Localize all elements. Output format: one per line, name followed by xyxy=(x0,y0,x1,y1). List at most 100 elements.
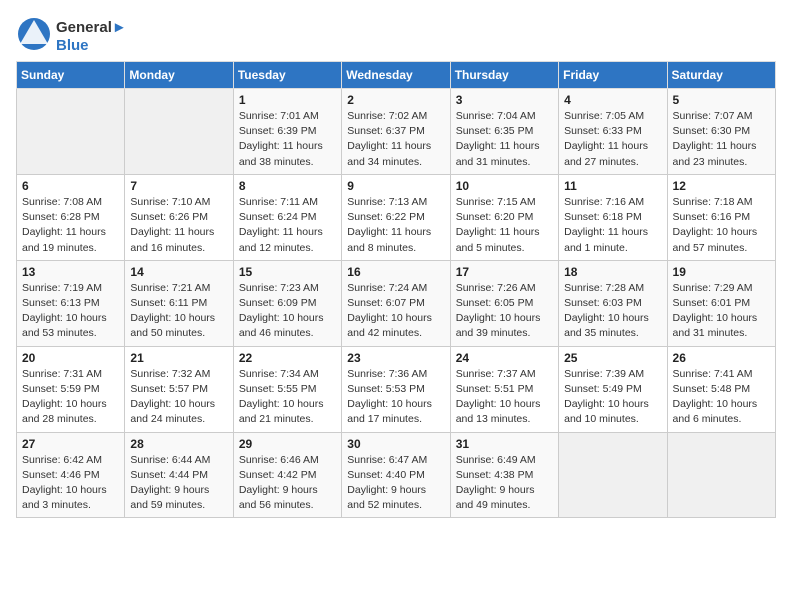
day-number: 10 xyxy=(456,179,553,193)
day-cell: 16 Sunrise: 7:24 AM Sunset: 6:07 PM Dayli… xyxy=(342,260,450,346)
day-cell: 8 Sunrise: 7:11 AM Sunset: 6:24 PM Daylig… xyxy=(233,174,341,260)
day-number: 6 xyxy=(22,179,119,193)
day-cell xyxy=(559,432,667,518)
day-cell: 10 Sunrise: 7:15 AM Sunset: 6:20 PM Dayli… xyxy=(450,174,558,260)
day-detail: Sunrise: 7:15 AM Sunset: 6:20 PM Dayligh… xyxy=(456,195,553,256)
day-detail: Sunrise: 7:02 AM Sunset: 6:37 PM Dayligh… xyxy=(347,109,444,170)
day-cell: 21 Sunrise: 7:32 AM Sunset: 5:57 PM Dayli… xyxy=(125,346,233,432)
day-number: 13 xyxy=(22,265,119,279)
day-number: 11 xyxy=(564,179,661,193)
day-cell: 9 Sunrise: 7:13 AM Sunset: 6:22 PM Daylig… xyxy=(342,174,450,260)
day-number: 22 xyxy=(239,351,336,365)
day-cell xyxy=(17,89,125,175)
header-day-sunday: Sunday xyxy=(17,62,125,89)
day-cell: 4 Sunrise: 7:05 AM Sunset: 6:33 PM Daylig… xyxy=(559,89,667,175)
day-detail: Sunrise: 7:18 AM Sunset: 6:16 PM Dayligh… xyxy=(673,195,770,256)
day-detail: Sunrise: 7:13 AM Sunset: 6:22 PM Dayligh… xyxy=(347,195,444,256)
day-number: 15 xyxy=(239,265,336,279)
day-cell: 6 Sunrise: 7:08 AM Sunset: 6:28 PM Daylig… xyxy=(17,174,125,260)
day-number: 16 xyxy=(347,265,444,279)
day-detail: Sunrise: 7:07 AM Sunset: 6:30 PM Dayligh… xyxy=(673,109,770,170)
header-day-monday: Monday xyxy=(125,62,233,89)
day-detail: Sunrise: 7:16 AM Sunset: 6:18 PM Dayligh… xyxy=(564,195,661,256)
day-detail: Sunrise: 7:36 AM Sunset: 5:53 PM Dayligh… xyxy=(347,367,444,428)
day-detail: Sunrise: 7:26 AM Sunset: 6:05 PM Dayligh… xyxy=(456,281,553,342)
day-cell: 27 Sunrise: 6:42 AM Sunset: 4:46 PM Dayli… xyxy=(17,432,125,518)
day-detail: Sunrise: 7:31 AM Sunset: 5:59 PM Dayligh… xyxy=(22,367,119,428)
day-cell: 28 Sunrise: 6:44 AM Sunset: 4:44 PM Dayli… xyxy=(125,432,233,518)
day-number: 5 xyxy=(673,93,770,107)
day-number: 28 xyxy=(130,437,227,451)
header-day-tuesday: Tuesday xyxy=(233,62,341,89)
day-cell: 1Sunrise: 7:01 AM Sunset: 6:39 PM Daylig… xyxy=(233,89,341,175)
day-detail: Sunrise: 7:23 AM Sunset: 6:09 PM Dayligh… xyxy=(239,281,336,342)
day-number: 25 xyxy=(564,351,661,365)
day-detail: Sunrise: 7:08 AM Sunset: 6:28 PM Dayligh… xyxy=(22,195,119,256)
day-detail: Sunrise: 7:28 AM Sunset: 6:03 PM Dayligh… xyxy=(564,281,661,342)
day-number: 23 xyxy=(347,351,444,365)
week-row-1: 1Sunrise: 7:01 AM Sunset: 6:39 PM Daylig… xyxy=(17,89,776,175)
header-day-wednesday: Wednesday xyxy=(342,62,450,89)
day-detail: Sunrise: 6:42 AM Sunset: 4:46 PM Dayligh… xyxy=(22,453,119,514)
day-number: 8 xyxy=(239,179,336,193)
day-number: 24 xyxy=(456,351,553,365)
day-detail: Sunrise: 7:11 AM Sunset: 6:24 PM Dayligh… xyxy=(239,195,336,256)
week-row-4: 20 Sunrise: 7:31 AM Sunset: 5:59 PM Dayli… xyxy=(17,346,776,432)
day-cell: 17 Sunrise: 7:26 AM Sunset: 6:05 PM Dayli… xyxy=(450,260,558,346)
day-number: 21 xyxy=(130,351,227,365)
logo-blue: Blue xyxy=(56,37,127,55)
day-cell: 14 Sunrise: 7:21 AM Sunset: 6:11 PM Dayli… xyxy=(125,260,233,346)
day-number: 1 xyxy=(239,93,336,107)
day-cell xyxy=(667,432,775,518)
day-number: 9 xyxy=(347,179,444,193)
day-cell: 22 Sunrise: 7:34 AM Sunset: 5:55 PM Dayli… xyxy=(233,346,341,432)
day-detail: Sunrise: 7:34 AM Sunset: 5:55 PM Dayligh… xyxy=(239,367,336,428)
day-number: 4 xyxy=(564,93,661,107)
day-number: 7 xyxy=(130,179,227,193)
day-detail: Sunrise: 7:37 AM Sunset: 5:51 PM Dayligh… xyxy=(456,367,553,428)
day-cell: 25Sunrise: 7:39 AM Sunset: 5:49 PM Dayli… xyxy=(559,346,667,432)
week-row-2: 6 Sunrise: 7:08 AM Sunset: 6:28 PM Daylig… xyxy=(17,174,776,260)
day-cell: 5 Sunrise: 7:07 AM Sunset: 6:30 PM Daylig… xyxy=(667,89,775,175)
day-number: 14 xyxy=(130,265,227,279)
day-cell: 18Sunrise: 7:28 AM Sunset: 6:03 PM Dayli… xyxy=(559,260,667,346)
day-number: 3 xyxy=(456,93,553,107)
week-row-3: 13Sunrise: 7:19 AM Sunset: 6:13 PM Dayli… xyxy=(17,260,776,346)
day-cell: 2 Sunrise: 7:02 AM Sunset: 6:37 PM Daylig… xyxy=(342,89,450,175)
day-cell: 20 Sunrise: 7:31 AM Sunset: 5:59 PM Dayli… xyxy=(17,346,125,432)
day-detail: Sunrise: 7:32 AM Sunset: 5:57 PM Dayligh… xyxy=(130,367,227,428)
day-cell xyxy=(125,89,233,175)
day-number: 12 xyxy=(673,179,770,193)
calendar-table: SundayMondayTuesdayWednesdayThursdayFrid… xyxy=(16,61,776,518)
header-day-friday: Friday xyxy=(559,62,667,89)
day-cell: 19 Sunrise: 7:29 AM Sunset: 6:01 PM Dayli… xyxy=(667,260,775,346)
day-detail: Sunrise: 6:49 AM Sunset: 4:38 PM Dayligh… xyxy=(456,453,553,514)
day-cell: 11 Sunrise: 7:16 AM Sunset: 6:18 PM Dayli… xyxy=(559,174,667,260)
day-detail: Sunrise: 7:04 AM Sunset: 6:35 PM Dayligh… xyxy=(456,109,553,170)
day-cell: 31 Sunrise: 6:49 AM Sunset: 4:38 PM Dayli… xyxy=(450,432,558,518)
calendar-body: 1Sunrise: 7:01 AM Sunset: 6:39 PM Daylig… xyxy=(17,89,776,518)
day-number: 27 xyxy=(22,437,119,451)
day-number: 29 xyxy=(239,437,336,451)
day-detail: Sunrise: 7:29 AM Sunset: 6:01 PM Dayligh… xyxy=(673,281,770,342)
day-cell: 12 Sunrise: 7:18 AM Sunset: 6:16 PM Dayli… xyxy=(667,174,775,260)
day-detail: Sunrise: 7:21 AM Sunset: 6:11 PM Dayligh… xyxy=(130,281,227,342)
week-row-5: 27 Sunrise: 6:42 AM Sunset: 4:46 PM Dayli… xyxy=(17,432,776,518)
day-cell: 15 Sunrise: 7:23 AM Sunset: 6:09 PM Dayli… xyxy=(233,260,341,346)
day-number: 19 xyxy=(673,265,770,279)
day-detail: Sunrise: 7:10 AM Sunset: 6:26 PM Dayligh… xyxy=(130,195,227,256)
day-cell: 13Sunrise: 7:19 AM Sunset: 6:13 PM Dayli… xyxy=(17,260,125,346)
day-cell: 26Sunrise: 7:41 AM Sunset: 5:48 PM Dayli… xyxy=(667,346,775,432)
day-cell: 7 Sunrise: 7:10 AM Sunset: 6:26 PM Daylig… xyxy=(125,174,233,260)
day-number: 20 xyxy=(22,351,119,365)
day-number: 31 xyxy=(456,437,553,451)
day-detail: Sunrise: 7:24 AM Sunset: 6:07 PM Dayligh… xyxy=(347,281,444,342)
header-day-thursday: Thursday xyxy=(450,62,558,89)
day-detail: Sunrise: 6:44 AM Sunset: 4:44 PM Dayligh… xyxy=(130,453,227,514)
day-number: 2 xyxy=(347,93,444,107)
day-cell: 29Sunrise: 6:46 AM Sunset: 4:42 PM Dayli… xyxy=(233,432,341,518)
day-number: 17 xyxy=(456,265,553,279)
header-day-saturday: Saturday xyxy=(667,62,775,89)
day-cell: 3 Sunrise: 7:04 AM Sunset: 6:35 PM Daylig… xyxy=(450,89,558,175)
day-detail: Sunrise: 7:05 AM Sunset: 6:33 PM Dayligh… xyxy=(564,109,661,170)
